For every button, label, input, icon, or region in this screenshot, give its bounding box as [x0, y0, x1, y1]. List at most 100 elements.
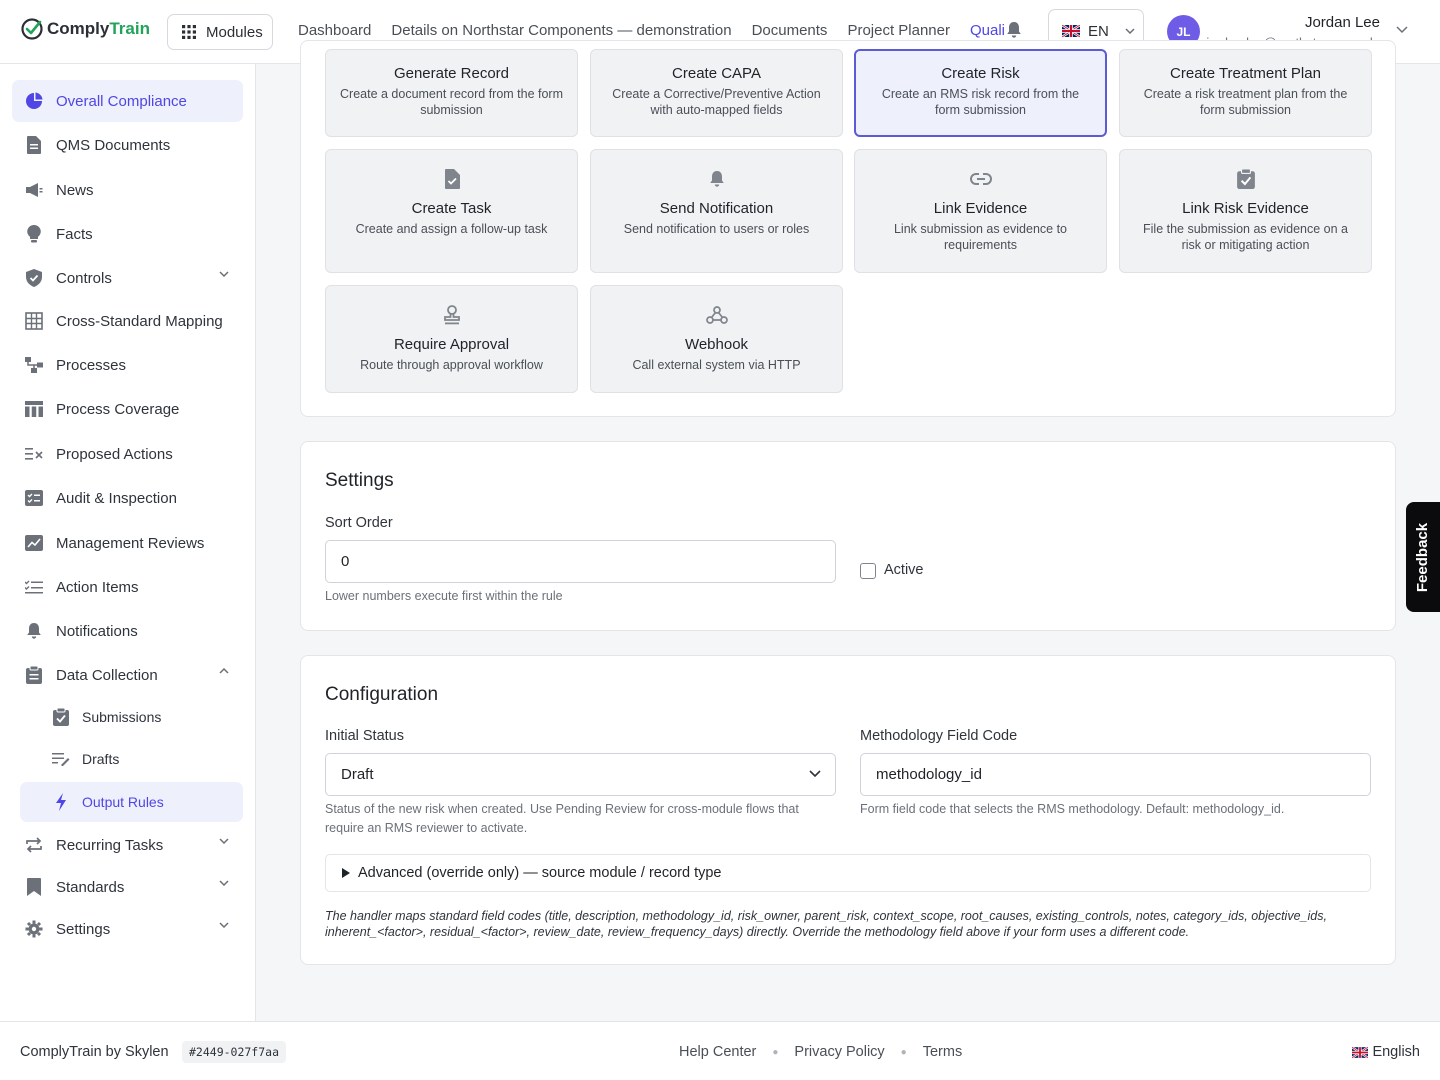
sidebar-item-controls[interactable]: Controls: [12, 257, 243, 299]
user-name: Jordan Lee: [1304, 14, 1380, 31]
brand-name-part2: Train: [109, 19, 150, 38]
sidebar-item-label: Proposed Actions: [56, 445, 173, 463]
action-type-card: Generate Record Create a document record…: [300, 40, 1396, 417]
edit-lines-icon: [52, 750, 70, 768]
nav-quali[interactable]: Quali: [970, 22, 1005, 39]
sidebar-item-label: Standards: [56, 878, 125, 896]
active-label[interactable]: Active: [884, 562, 924, 578]
action-tile-create-risk[interactable]: Create Risk Create an RMS risk record fr…: [854, 49, 1107, 137]
sidebar-item-news[interactable]: News: [12, 169, 243, 211]
chevron-down-icon[interactable]: [219, 922, 229, 928]
action-title: Create Task: [411, 200, 492, 217]
chevron-down-icon[interactable]: [219, 271, 229, 277]
uk-flag-icon: [1062, 25, 1080, 37]
nav-details[interactable]: Details on Northstar Components — demons…: [391, 22, 731, 39]
privacy-policy-link[interactable]: Privacy Policy: [794, 1044, 884, 1060]
sidebar-item-action-items[interactable]: Action Items: [12, 566, 243, 608]
action-title: Generate Record: [393, 65, 510, 82]
sidebar-item-facts[interactable]: Facts: [12, 213, 243, 255]
sidebar-item-cross-standard-mapping[interactable]: Cross-Standard Mapping: [12, 300, 243, 342]
modules-label: Modules: [206, 23, 263, 41]
sidebar-item-proposed-actions[interactable]: Proposed Actions: [12, 433, 243, 475]
pie-chart-icon: [24, 91, 44, 111]
sidebar: Overall Compliance QMS Documents News Fa…: [0, 64, 256, 1021]
footer-language-label: English: [1372, 1044, 1420, 1060]
link-icon: [855, 166, 1106, 192]
initial-status-select[interactable]: Draft: [325, 753, 836, 796]
sidebar-item-label: Action Items: [56, 578, 139, 596]
sort-order-input[interactable]: 0: [325, 540, 836, 583]
sidebar-subitem-submissions[interactable]: Submissions: [20, 697, 243, 737]
action-description: Create a risk treatment plan from the fo…: [1143, 87, 1348, 117]
nav-documents[interactable]: Documents: [752, 22, 828, 39]
active-checkbox[interactable]: [860, 563, 876, 579]
sidebar-item-overall-compliance[interactable]: Overall Compliance: [12, 80, 243, 122]
chevron-down-icon[interactable]: [219, 838, 229, 844]
advanced-options-toggle[interactable]: Advanced (override only) — source module…: [325, 854, 1371, 892]
methodology-hint: Form field code that selects the RMS met…: [860, 802, 1285, 816]
sidebar-item-processes[interactable]: Processes: [12, 344, 243, 386]
action-tile-create-treatment-plan[interactable]: Create Treatment Plan Create a risk trea…: [1119, 49, 1372, 137]
sidebar-item-label: Controls: [56, 269, 112, 287]
sidebar-item-data-collection[interactable]: Data Collection: [12, 654, 243, 696]
sidebar-item-settings[interactable]: Settings: [12, 908, 243, 950]
chart-board-icon: [24, 533, 44, 553]
action-tile-create-capa[interactable]: Create CAPA Create a Corrective/Preventi…: [590, 49, 843, 137]
action-description: Create and assign a follow-up task: [355, 222, 548, 236]
sidebar-item-notifications[interactable]: Notifications: [12, 610, 243, 652]
sidebar-item-label: QMS Documents: [56, 136, 171, 154]
terms-link[interactable]: Terms: [923, 1044, 962, 1060]
nav-dashboard[interactable]: Dashboard: [298, 22, 371, 39]
sidebar-item-label: Management Reviews: [56, 534, 205, 552]
sidebar-subitem-label: Output Rules: [82, 794, 164, 810]
sidebar-item-process-coverage[interactable]: Process Coverage: [12, 388, 243, 430]
action-title: Link Risk Evidence: [1182, 200, 1309, 217]
nav-project-planner[interactable]: Project Planner: [847, 22, 950, 39]
chevron-down-icon: [1125, 28, 1135, 34]
modules-button[interactable]: Modules: [167, 14, 273, 50]
methodology-field-input[interactable]: methodology_id: [860, 753, 1371, 796]
sort-order-hint: Lower numbers execute first within the r…: [325, 589, 563, 603]
chevron-up-icon[interactable]: [219, 668, 229, 674]
action-description: Link submission as evidence to requireme…: [893, 222, 1067, 252]
flowchart-icon: [24, 355, 44, 375]
action-title: Create CAPA: [672, 65, 761, 82]
bell-icon: [24, 621, 44, 641]
build-badge: #2449-027f7aa: [182, 1041, 287, 1063]
chevron-down-icon: [809, 770, 821, 778]
sidebar-item-qms-documents[interactable]: QMS Documents: [12, 124, 243, 166]
chevron-down-icon[interactable]: [219, 880, 229, 886]
sidebar-subitem-drafts[interactable]: Drafts: [20, 739, 243, 779]
help-center-link[interactable]: Help Center: [679, 1044, 756, 1060]
action-title: Require Approval: [393, 336, 510, 353]
action-title: Webhook: [684, 336, 749, 353]
sort-order-label: Sort Order: [325, 515, 393, 531]
sidebar-item-recurring-tasks[interactable]: Recurring Tasks: [12, 824, 243, 866]
action-tile-webhook[interactable]: Webhook Call external system via HTTP: [590, 285, 843, 393]
top-nav: Dashboard Details on Northstar Component…: [298, 22, 1011, 39]
initial-status-value: Draft: [341, 766, 374, 783]
gear-icon: [24, 919, 44, 939]
bell-icon[interactable]: [1006, 21, 1022, 39]
action-tile-link-evidence[interactable]: Link Evidence Link submission as evidenc…: [854, 149, 1107, 273]
sidebar-item-standards[interactable]: Standards: [12, 866, 243, 908]
feedback-tab[interactable]: Feedback: [1406, 502, 1440, 612]
brand-logo[interactable]: Comply Train: [20, 17, 150, 41]
action-description: Create a Corrective/Preventive Action wi…: [612, 87, 821, 117]
footer-language-selector[interactable]: English: [1352, 1044, 1420, 1060]
action-tile-send-notification[interactable]: Send Notification Send notification to u…: [590, 149, 843, 273]
columns-icon: [24, 399, 44, 419]
user-menu-chevron-icon[interactable]: [1396, 26, 1408, 34]
action-tile-link-risk-evidence[interactable]: Link Risk Evidence File the submission a…: [1119, 149, 1372, 273]
sidebar-item-audit-inspection[interactable]: Audit & Inspection: [12, 477, 243, 519]
action-description: Route through approval workflow: [360, 358, 543, 372]
action-tile-generate-record[interactable]: Generate Record Create a document record…: [325, 49, 578, 137]
sidebar-item-management-reviews[interactable]: Management Reviews: [12, 522, 243, 564]
action-tile-create-task[interactable]: Create Task Create and assign a follow-u…: [325, 149, 578, 273]
sidebar-item-label: Overall Compliance: [56, 92, 187, 110]
sidebar-subitem-label: Drafts: [82, 751, 120, 767]
action-description: Create an RMS risk record from the form …: [881, 87, 1080, 117]
action-tile-require-approval[interactable]: Require Approval Route through approval …: [325, 285, 578, 393]
sidebar-subitem-output-rules[interactable]: Output Rules: [20, 782, 243, 822]
action-title: Link Evidence: [933, 200, 1028, 217]
